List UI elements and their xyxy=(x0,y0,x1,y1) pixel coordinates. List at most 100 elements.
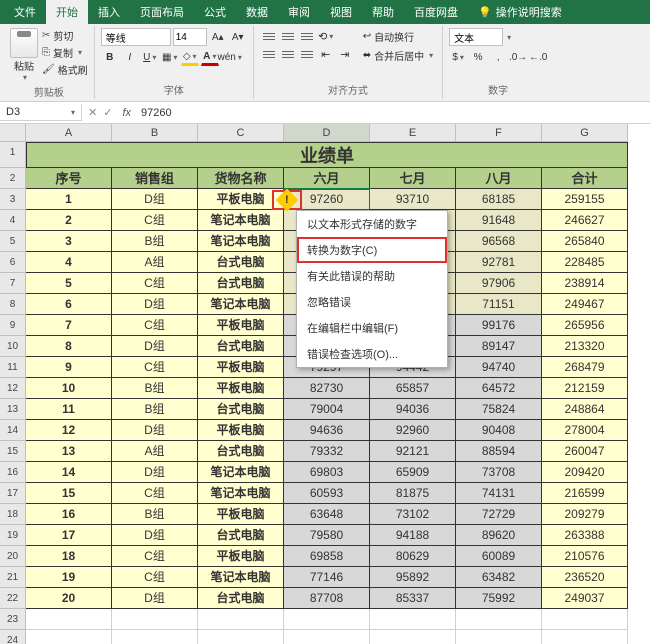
data-cell[interactable]: 75992 xyxy=(456,588,542,609)
tab-view[interactable]: 视图 xyxy=(320,0,362,24)
data-cell[interactable]: 60089 xyxy=(456,546,542,567)
data-cell[interactable]: 89147 xyxy=(456,336,542,357)
data-cell[interactable]: B组 xyxy=(112,399,198,420)
header-cell[interactable]: 六月 xyxy=(284,168,370,189)
row-header-22[interactable]: 22 xyxy=(0,588,26,609)
empty-cell[interactable] xyxy=(26,630,112,644)
ctx-convert-number[interactable]: 转换为数字(C) xyxy=(297,237,447,263)
data-cell[interactable]: 75824 xyxy=(456,399,542,420)
data-cell[interactable]: 16 xyxy=(26,504,112,525)
data-cell[interactable]: 18 xyxy=(26,546,112,567)
data-cell[interactable]: 210576 xyxy=(542,546,628,567)
data-cell[interactable]: 台式电脑 xyxy=(198,336,284,357)
col-header-E[interactable]: E xyxy=(370,124,456,142)
empty-cell[interactable] xyxy=(370,609,456,630)
data-cell[interactable]: 94740 xyxy=(456,357,542,378)
data-cell[interactable]: 97906 xyxy=(456,273,542,294)
row-header-14[interactable]: 14 xyxy=(0,420,26,441)
row-header-8[interactable]: 8 xyxy=(0,294,26,315)
data-cell[interactable]: 3 xyxy=(26,231,112,252)
number-format-select[interactable] xyxy=(449,28,503,46)
indent-inc-button[interactable]: ⇥ xyxy=(336,46,354,62)
data-cell[interactable]: 73102 xyxy=(370,504,456,525)
row-header-23[interactable]: 23 xyxy=(0,609,26,630)
data-cell[interactable]: 15 xyxy=(26,483,112,504)
row-header-24[interactable]: 24 xyxy=(0,630,26,644)
italic-button[interactable]: I xyxy=(121,48,139,66)
data-cell[interactable]: 平板电脑 xyxy=(198,315,284,336)
tab-baidu[interactable]: 百度网盘 xyxy=(404,0,468,24)
data-cell[interactable]: 93710 xyxy=(370,189,456,210)
data-cell[interactable]: 79580 xyxy=(284,525,370,546)
ctx-help[interactable]: 有关此错误的帮助 xyxy=(297,263,447,289)
data-cell[interactable]: 91648 xyxy=(456,210,542,231)
data-cell[interactable]: B组 xyxy=(112,378,198,399)
row-header-19[interactable]: 19 xyxy=(0,525,26,546)
data-cell[interactable]: 8 xyxy=(26,336,112,357)
data-cell[interactable]: 87708 xyxy=(284,588,370,609)
col-header-B[interactable]: B xyxy=(112,124,198,142)
data-cell[interactable]: 65857 xyxy=(370,378,456,399)
data-cell[interactable]: A组 xyxy=(112,441,198,462)
data-cell[interactable]: 79004 xyxy=(284,399,370,420)
empty-cell[interactable] xyxy=(370,630,456,644)
tab-insert[interactable]: 插入 xyxy=(88,0,130,24)
percent-button[interactable]: % xyxy=(469,48,487,66)
data-cell[interactable]: 88594 xyxy=(456,441,542,462)
empty-cell[interactable] xyxy=(542,609,628,630)
empty-cell[interactable] xyxy=(198,609,284,630)
data-cell[interactable]: 99176 xyxy=(456,315,542,336)
empty-cell[interactable] xyxy=(112,609,198,630)
row-header-3[interactable]: 3 xyxy=(0,189,26,210)
data-cell[interactable]: 笔记本电脑 xyxy=(198,483,284,504)
ctx-ignore[interactable]: 忽略错误 xyxy=(297,289,447,315)
col-header-D[interactable]: D xyxy=(284,124,370,142)
data-cell[interactable]: 236520 xyxy=(542,567,628,588)
row-header-17[interactable]: 17 xyxy=(0,483,26,504)
data-cell[interactable]: 笔记本电脑 xyxy=(198,462,284,483)
data-cell[interactable]: 12 xyxy=(26,420,112,441)
phonetic-button[interactable]: wén▾ xyxy=(221,48,239,66)
align-middle-button[interactable] xyxy=(279,28,297,44)
row-header-21[interactable]: 21 xyxy=(0,567,26,588)
data-cell[interactable]: 笔记本电脑 xyxy=(198,231,284,252)
data-cell[interactable]: 79332 xyxy=(284,441,370,462)
data-cell[interactable]: D组 xyxy=(112,189,198,210)
data-cell[interactable]: 台式电脑 xyxy=(198,441,284,462)
increase-font-button[interactable]: A▴ xyxy=(209,28,227,46)
data-cell[interactable]: C组 xyxy=(112,357,198,378)
cancel-fx-button[interactable]: ✕ xyxy=(88,106,97,119)
ctx-edit-bar[interactable]: 在编辑栏中编辑(F) xyxy=(297,315,447,341)
align-bottom-button[interactable] xyxy=(298,28,316,44)
empty-cell[interactable] xyxy=(456,609,542,630)
font-name-select[interactable] xyxy=(101,28,171,46)
data-cell[interactable]: 平板电脑 xyxy=(198,420,284,441)
row-header-15[interactable]: 15 xyxy=(0,441,26,462)
header-cell[interactable]: 合计 xyxy=(542,168,628,189)
header-cell[interactable]: 序号 xyxy=(26,168,112,189)
data-cell[interactable]: 248864 xyxy=(542,399,628,420)
data-cell[interactable]: 95892 xyxy=(370,567,456,588)
data-cell[interactable]: 平板电脑 xyxy=(198,378,284,399)
data-cell[interactable]: 74131 xyxy=(456,483,542,504)
data-cell[interactable]: 72729 xyxy=(456,504,542,525)
col-header-F[interactable]: F xyxy=(456,124,542,142)
data-cell[interactable]: 平板电脑 xyxy=(198,357,284,378)
accept-fx-button[interactable]: ✓ xyxy=(103,106,112,119)
tab-data[interactable]: 数据 xyxy=(236,0,278,24)
data-cell[interactable]: 249037 xyxy=(542,588,628,609)
data-cell[interactable]: 213320 xyxy=(542,336,628,357)
data-cell[interactable]: 4 xyxy=(26,252,112,273)
data-cell[interactable]: 11 xyxy=(26,399,112,420)
data-cell[interactable]: 81875 xyxy=(370,483,456,504)
row-header-18[interactable]: 18 xyxy=(0,504,26,525)
row-header-4[interactable]: 4 xyxy=(0,210,26,231)
data-cell[interactable]: 60593 xyxy=(284,483,370,504)
dec-decimal-button[interactable]: ←.0 xyxy=(529,48,547,66)
data-cell[interactable]: 9 xyxy=(26,357,112,378)
data-cell[interactable]: 笔记本电脑 xyxy=(198,567,284,588)
data-cell[interactable]: D组 xyxy=(112,420,198,441)
data-cell[interactable]: 94636 xyxy=(284,420,370,441)
data-cell[interactable]: 台式电脑 xyxy=(198,252,284,273)
fill-color-button[interactable]: ◇▾ xyxy=(181,48,199,66)
